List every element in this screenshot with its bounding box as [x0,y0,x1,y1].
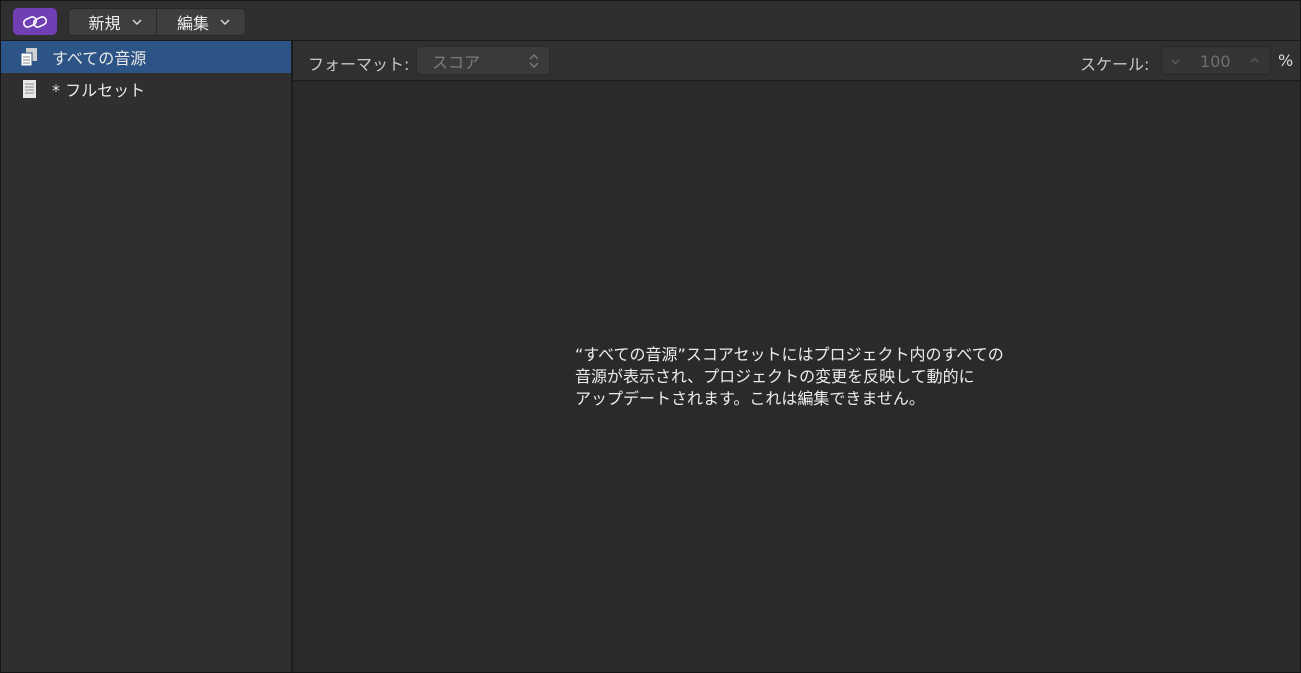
chevron-down-icon [131,19,142,26]
score-set-list: すべての音源 * フルセット [1,41,293,672]
link-icon [22,15,48,28]
scale-value: 100 [1200,52,1231,71]
score-set-header: フォーマット: スコア スケール: 100 % [293,41,1300,81]
new-menu-label: 新規 [88,14,121,33]
scale-increase-icon[interactable] [1249,55,1260,66]
toolbar: 新規 編集 [1,1,1300,41]
instrument-set-icon [18,46,40,68]
scale-label: スケール: [1080,55,1150,74]
format-value: スコア [432,52,481,72]
format-label: フォーマット: [308,55,410,74]
scale-unit: % [1278,51,1294,70]
new-menu-button[interactable]: 新規 [69,9,157,35]
info-message-line: アップデートされます。これは編集できません。 [575,389,925,408]
score-set-icon [18,78,40,100]
info-message-line: “すべての音源”スコアセットにはプロジェクト内のすべての [575,345,1004,364]
info-message-line: 音源が表示され、プロジェクトの変更を反映して動的に [575,367,975,386]
score-sets-window: 新規 編集 すべての音源 * フルセット フォーマット: スコア スケール: 1… [0,0,1301,673]
sidebar-item-label: * フルセット [52,81,146,100]
sidebar-item-all-instruments[interactable]: すべての音源 [1,41,291,73]
sidebar-item-full-set[interactable]: * フルセット [1,73,291,105]
toolbar-segmented-control: 新規 編集 [68,8,246,36]
edit-menu-button[interactable]: 編集 [157,9,245,35]
edit-menu-label: 編集 [176,14,209,33]
info-message: “すべての音源”スコアセットにはプロジェクト内のすべての 音源が表示され、プロジ… [575,344,1025,410]
score-set-content: “すべての音源”スコアセットにはプロジェクト内のすべての 音源が表示され、プロジ… [293,81,1300,672]
sidebar-item-label: すべての音源 [52,49,147,68]
chevron-down-icon [220,19,230,26]
up-down-chevron-icon [529,54,539,68]
link-button[interactable] [13,8,57,35]
scale-stepper[interactable]: 100 [1161,46,1271,75]
format-select[interactable]: スコア [416,46,550,75]
scale-decrease-icon[interactable] [1170,56,1181,67]
